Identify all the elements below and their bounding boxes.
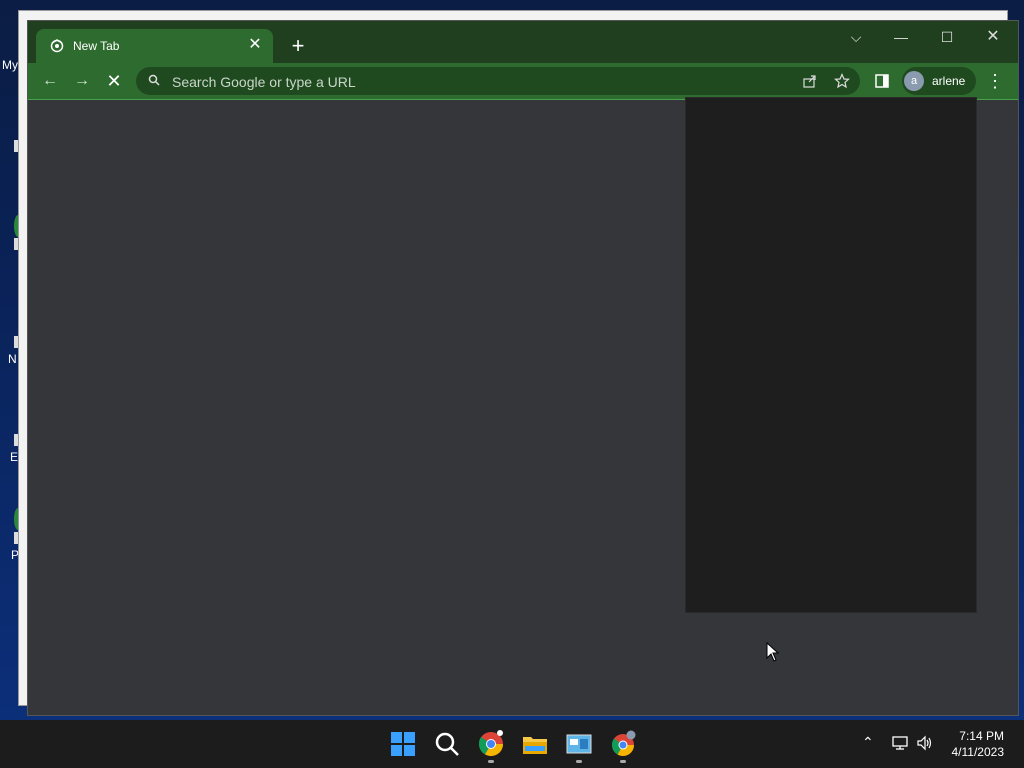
maximize-button[interactable]: ☐ <box>932 29 962 49</box>
tab-title: New Tab <box>73 39 120 53</box>
clock-date: 4/11/2023 <box>951 745 1005 759</box>
close-window-button[interactable]: ✕ <box>978 29 1008 49</box>
omnibox-input[interactable] <box>170 71 734 93</box>
file-explorer-icon[interactable] <box>521 730 549 758</box>
desktop-icon-label[interactable]: My <box>2 58 18 72</box>
windows-start-icon[interactable] <box>389 730 417 758</box>
volume-icon[interactable] <box>916 735 934 751</box>
tab-strip: New Tab ✕ + ⌵ — ☐ ✕ <box>28 21 1018 63</box>
share-icon[interactable] <box>802 73 818 89</box>
new-tab-button[interactable]: + <box>286 35 310 59</box>
menu-kebab-icon[interactable]: ⋮ <box>983 69 1007 93</box>
profile-name: arlene <box>932 74 966 88</box>
browser-window[interactable]: New Tab ✕ + ⌵ — ☐ ✕ ← → ✕ Search Google … <box>27 20 1019 716</box>
search-icon <box>148 74 160 86</box>
desktop-icon-label[interactable]: N <box>8 352 17 366</box>
system-clock[interactable]: 7:14 PM 4/11/2023 <box>952 728 1005 760</box>
bookmark-star-icon[interactable] <box>834 73 850 89</box>
chrome-icon[interactable] <box>477 730 505 758</box>
minimize-button[interactable]: — <box>886 29 916 49</box>
stop-loading-button[interactable]: ✕ <box>102 69 126 93</box>
profile-button[interactable]: a arlene <box>902 67 976 95</box>
running-indicator <box>488 760 494 763</box>
forward-button[interactable]: → <box>70 69 94 93</box>
running-indicator <box>576 760 582 763</box>
network-icon[interactable] <box>892 735 910 751</box>
running-indicator <box>620 760 626 763</box>
page-content <box>28 97 1018 715</box>
control-panel-icon[interactable] <box>565 730 593 758</box>
desktop-icon-label[interactable]: E <box>10 450 18 464</box>
mouse-cursor-icon <box>766 642 780 662</box>
taskbar: ⌃ 7:14 PM 4/11/2023 <box>0 720 1024 768</box>
loading-favicon-icon <box>50 39 64 53</box>
clock-time: 7:14 PM <box>959 729 1004 743</box>
chrome-profile-icon[interactable] <box>609 730 637 758</box>
tab-search-chevron-icon[interactable]: ⌵ <box>841 29 871 49</box>
tab-close-icon[interactable]: ✕ <box>245 35 265 55</box>
search-icon[interactable] <box>433 730 461 758</box>
side-panel-icon[interactable] <box>874 73 890 89</box>
blank-popup-panel <box>685 97 977 613</box>
back-button[interactable]: ← <box>38 69 62 93</box>
omnibox[interactable] <box>136 67 860 95</box>
tab-new-tab[interactable]: New Tab ✕ <box>36 29 273 63</box>
show-hidden-icons-chevron-icon[interactable]: ⌃ <box>862 734 874 751</box>
avatar: a <box>904 71 924 91</box>
browser-toolbar: ← → ✕ a arlene ⋮ <box>28 63 1018 100</box>
